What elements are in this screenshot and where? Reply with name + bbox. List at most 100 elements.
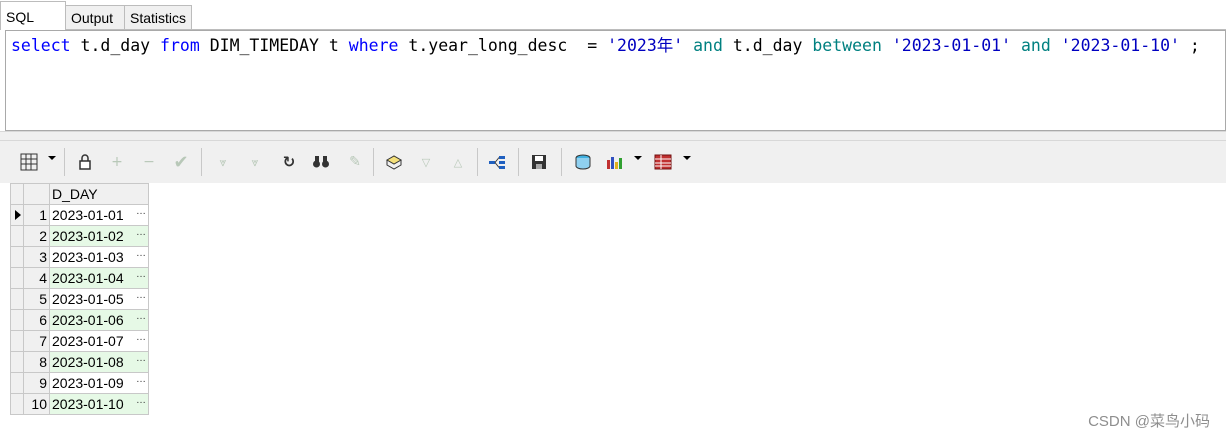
sql-code-text[interactable]: select t.d_day from DIM_TIMEDAY t where …: [11, 36, 1200, 56]
cell-ellipsis-button[interactable]: …: [136, 352, 146, 366]
export-icon[interactable]: [572, 151, 594, 173]
cell-d-day[interactable]: 2023-01-03 …: [49, 246, 149, 268]
cell-d-day[interactable]: 2023-01-02 …: [49, 225, 149, 247]
table-row[interactable]: 10 2023-01-10…: [10, 393, 149, 415]
row-indicator[interactable]: [10, 393, 24, 415]
cell-d-day[interactable]: 2023-01-09…: [49, 372, 149, 394]
fetch-next-icon[interactable]: ⩔: [212, 151, 234, 173]
cell-value: 2023-01-03: [52, 249, 124, 265]
cell-d-day[interactable]: 2023-01-08…: [49, 351, 149, 373]
cell-d-day[interactable]: 2023-01-04 …: [49, 267, 149, 289]
table-row[interactable]: 9 2023-01-09…: [10, 372, 149, 394]
refresh-icon[interactable]: ↻: [278, 151, 300, 173]
cell-ellipsis-button[interactable]: …: [136, 247, 146, 261]
cell-ellipsis-button[interactable]: …: [136, 394, 146, 408]
result-grid-area: D_DAY 1 2023-01-01… 2 2023-01-02… 3 2023-01-0…: [0, 183, 1226, 441]
sql-token: from: [160, 36, 200, 55]
row-number-header: [23, 183, 50, 205]
sql-token: where: [348, 36, 399, 55]
sql-token: '2023-01-10': [1060, 36, 1180, 55]
result-toolbar: + − ✔ ⩔ ⩔ ↻ ✎ ▽ △: [0, 141, 1226, 183]
watermark: CSDN @菜鸟小码: [1088, 413, 1210, 430]
query-by-example-icon[interactable]: [383, 151, 405, 173]
sql-token: DIM_TIMEDAY t: [199, 36, 349, 55]
delete-record-icon[interactable]: −: [138, 151, 160, 173]
find-icon[interactable]: [310, 151, 332, 173]
cell-ellipsis-button[interactable]: …: [136, 310, 146, 324]
lock-icon[interactable]: [74, 151, 96, 173]
cell-value: 2023-01-10: [52, 396, 124, 412]
next-icon[interactable]: △: [447, 151, 469, 173]
cell-value: 2023-01-01: [52, 207, 124, 223]
cell-d-day[interactable]: 2023-01-07…: [49, 330, 149, 352]
table-row[interactable]: 3 2023-01-03…: [10, 246, 149, 268]
row-indicator[interactable]: [10, 246, 24, 268]
cell-value: 2023-01-05: [52, 291, 124, 307]
toolbar-separator: [64, 148, 65, 176]
cell-ellipsis-button[interactable]: …: [136, 373, 146, 387]
row-indicator[interactable]: [10, 330, 24, 352]
sql-token: t.year_long_desc =: [398, 36, 608, 55]
tab-sql[interactable]: SQL: [0, 1, 66, 30]
cell-d-day[interactable]: 2023-01-05 …: [49, 288, 149, 310]
row-indicator[interactable]: [10, 225, 24, 247]
tab-statistics[interactable]: Statistics: [124, 5, 192, 29]
table-row[interactable]: 5 2023-01-05…: [10, 288, 149, 310]
cell-value: 2023-01-04: [52, 270, 124, 286]
explain-plan-icon[interactable]: [486, 151, 508, 173]
cell-ellipsis-button[interactable]: …: [136, 205, 146, 219]
grid-view-icon[interactable]: [18, 151, 40, 173]
table-row[interactable]: 8 2023-01-08…: [10, 351, 149, 373]
save-icon[interactable]: [528, 151, 550, 173]
table-row[interactable]: 4 2023-01-04 …: [10, 267, 149, 289]
chart-icon[interactable]: [604, 151, 626, 173]
cell-d-day[interactable]: 2023-01-06…: [49, 309, 149, 331]
tab-output[interactable]: Output: [65, 5, 125, 29]
column-header-d-day[interactable]: D_DAY: [49, 183, 149, 205]
cell-d-day[interactable]: 2023-01-01 …: [49, 204, 149, 226]
toolbar-separator: [477, 148, 478, 176]
row-indicator[interactable]: [10, 288, 24, 310]
pane-splitter[interactable]: [0, 131, 1226, 141]
sql-token: ;: [1179, 36, 1200, 55]
row-indicator[interactable]: [10, 372, 24, 394]
table-row[interactable]: 7 2023-01-07…: [10, 330, 149, 352]
chevron-down-icon[interactable]: [683, 156, 691, 160]
row-number: 4: [23, 267, 50, 289]
sql-token: '2023年': [607, 36, 684, 55]
single-record-view-icon[interactable]: [652, 151, 674, 173]
chevron-down-icon[interactable]: [634, 156, 642, 160]
sql-token: select: [11, 36, 71, 55]
row-indicator[interactable]: [10, 204, 24, 226]
row-indicator[interactable]: [10, 351, 24, 373]
previous-icon[interactable]: ▽: [415, 151, 437, 173]
table-row[interactable]: 6 2023-01-06…: [10, 309, 149, 331]
row-number: 9: [23, 372, 50, 394]
cell-ellipsis-button[interactable]: …: [136, 331, 146, 345]
cell-ellipsis-button[interactable]: …: [136, 289, 146, 303]
cell-ellipsis-button[interactable]: …: [136, 226, 146, 240]
sql-token: t.d_day: [722, 36, 813, 55]
add-record-icon[interactable]: +: [106, 151, 128, 173]
tab-bar: SQL Output Statistics: [0, 0, 1226, 30]
row-indicator[interactable]: [10, 309, 24, 331]
table-row[interactable]: 2 2023-01-02 …: [10, 225, 149, 247]
chevron-down-icon[interactable]: [48, 156, 56, 160]
row-number: 6: [23, 309, 50, 331]
post-record-icon[interactable]: ✔: [170, 151, 192, 173]
sql-token: '2023-01-01': [891, 36, 1012, 55]
grid-header-row: D_DAY: [10, 183, 149, 205]
cell-value: 2023-01-02: [52, 228, 124, 244]
table-row[interactable]: 1 2023-01-01…: [10, 204, 149, 226]
sql-editor[interactable]: select t.d_day from DIM_TIMEDAY t where …: [5, 30, 1226, 131]
fetch-last-icon[interactable]: ⩔: [244, 151, 266, 173]
clear-icon[interactable]: ✎: [344, 151, 366, 173]
cell-d-day[interactable]: 2023-01-10 …: [49, 393, 149, 415]
toolbar-separator: [373, 148, 374, 176]
toolbar-separator: [201, 148, 202, 176]
cell-ellipsis-button[interactable]: …: [136, 268, 146, 282]
row-number: 2: [23, 225, 50, 247]
row-indicator[interactable]: [10, 267, 24, 289]
